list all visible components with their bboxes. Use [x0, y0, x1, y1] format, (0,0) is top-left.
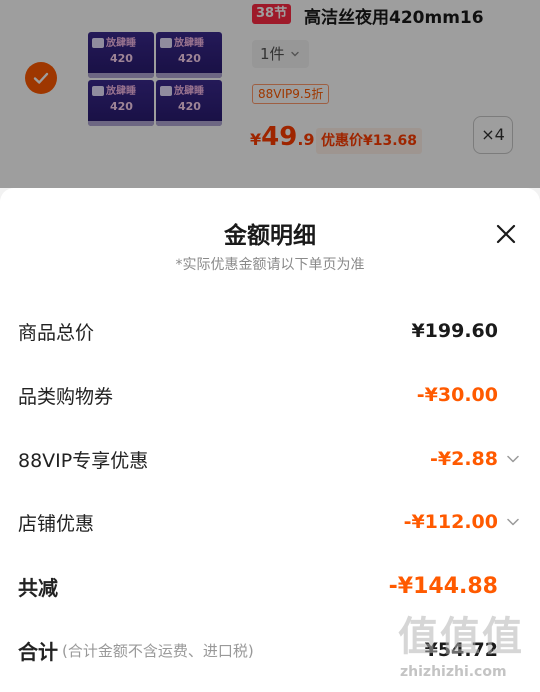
pack-label: 放肆睡 — [174, 38, 204, 49]
chevron-down-icon[interactable] — [504, 450, 522, 468]
festival-badge: 38节 — [252, 4, 292, 24]
pack-label: 放肆睡 — [106, 86, 136, 97]
sheet-subtitle: *实际优惠金额请以下单页为准 — [175, 257, 365, 273]
total-value: -¥144.88 — [388, 573, 498, 599]
row-label: 商品总价 — [18, 321, 95, 344]
promo-price: 优惠价¥13.68 — [316, 128, 423, 154]
total-label: 共减 — [18, 575, 58, 600]
row-value: -¥2.88 — [430, 448, 498, 470]
row-goods-total: 商品总价 ¥199.60 — [18, 314, 522, 348]
row-sum: 合计 (合计金额不含运费、进口税) ¥54.72 — [18, 633, 522, 667]
row-label: 店铺优惠 — [18, 512, 95, 535]
row-value: ¥199.60 — [411, 320, 498, 342]
chevron-down-icon[interactable] — [504, 513, 522, 531]
sum-note: (合计金额不含运费、进口税) — [62, 641, 254, 660]
cart-item-card: 放肆睡 420 放肆睡 420 放肆睡 420 放肆睡 420 38节 高洁丝夜… — [0, 0, 540, 188]
row-store-discount[interactable]: 店铺优惠 -¥112.00 — [18, 505, 522, 539]
chevron-down-icon — [290, 51, 299, 57]
price-integer: 49 — [261, 122, 298, 152]
close-button[interactable] — [492, 220, 520, 248]
row-total-reduction: 共减 -¥144.88 — [18, 569, 522, 603]
close-icon — [496, 224, 516, 244]
pack-size: 420 — [110, 100, 133, 113]
vip-discount-tag: 88VIP9.5折 — [252, 84, 330, 104]
row-value: -¥30.00 — [416, 384, 498, 406]
row-value: -¥112.00 — [403, 511, 498, 533]
row-label: 品类购物券 — [18, 385, 114, 408]
price-currency: ¥ — [250, 130, 262, 149]
product-pack: 放肆睡 420 — [156, 32, 222, 78]
amount-detail-sheet: 金额明细 *实际优惠金额请以下单页为准 商品总价 ¥199.60 品类购物券 -… — [0, 188, 540, 692]
pack-label: 放肆睡 — [106, 38, 136, 49]
item-select-checkbox[interactable] — [25, 62, 57, 94]
checkmark-icon — [33, 72, 49, 84]
sum-label: 合计 — [18, 639, 58, 664]
product-pack: 放肆睡 420 — [156, 80, 222, 126]
sku-selector[interactable]: 1件 — [252, 40, 309, 68]
sku-value: 1件 — [260, 45, 285, 63]
quantity-button[interactable]: ×4 — [473, 116, 513, 154]
product-pack: 放肆睡 420 — [88, 80, 154, 126]
sum-value: ¥54.72 — [424, 639, 498, 661]
pack-size: 420 — [110, 52, 133, 65]
row-category-coupon: 品类购物券 -¥30.00 — [18, 378, 522, 412]
row-label: 88VIP专享优惠 — [18, 449, 149, 472]
sheet-title: 金额明细 — [224, 223, 316, 249]
row-vip-discount[interactable]: 88VIP专享优惠 -¥2.88 — [18, 442, 522, 476]
pack-label: 放肆睡 — [174, 86, 204, 97]
product-price: ¥49.9 — [250, 122, 315, 152]
pack-size: 420 — [178, 100, 201, 113]
price-decimal: .9 — [297, 130, 315, 149]
product-title[interactable]: 高洁丝夜用420mm16 — [304, 3, 484, 28]
product-image[interactable]: 放肆睡 420 放肆睡 420 放肆睡 420 放肆睡 420 — [86, 28, 224, 128]
product-pack: 放肆睡 420 — [88, 32, 154, 78]
pack-size: 420 — [178, 52, 201, 65]
